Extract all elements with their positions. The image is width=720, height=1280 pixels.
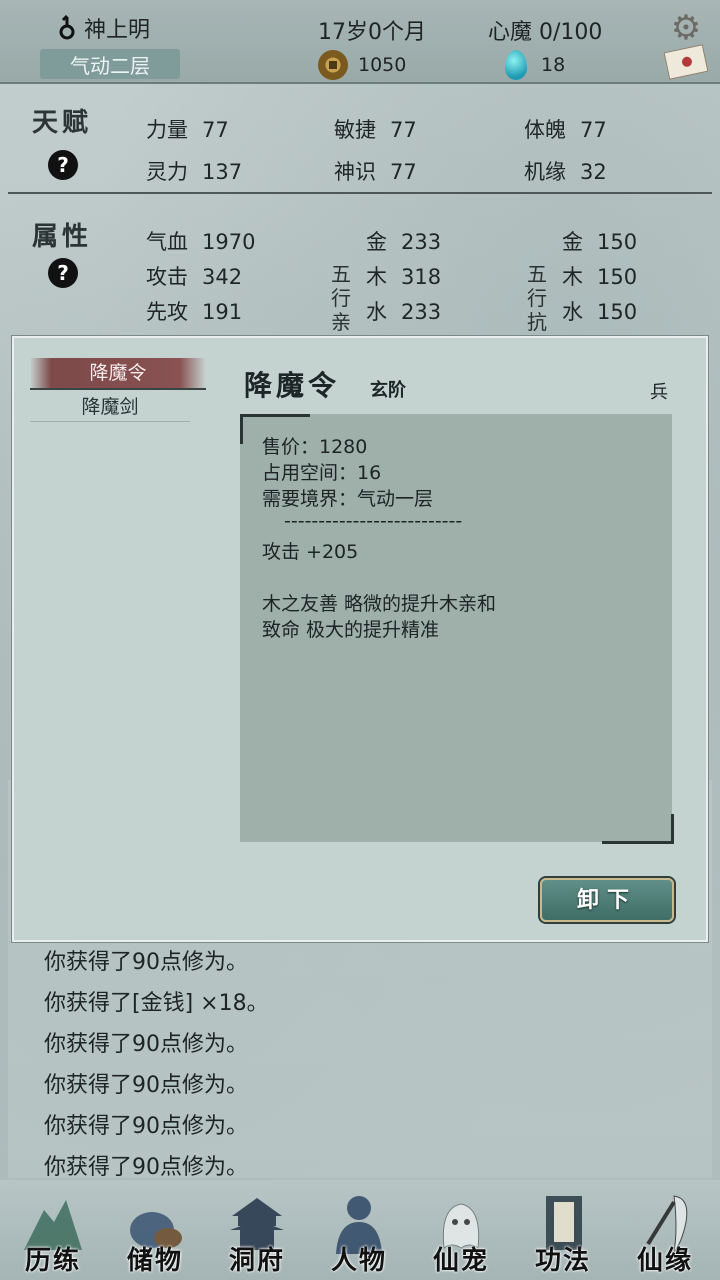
item-tier: 玄阶 (370, 380, 406, 401)
item-detail-modal: 降魔令 降魔剑 降魔令 玄阶 兵 售价：1280 占用空间：16 需要境界：气动… (12, 336, 708, 942)
item-realm-requirement: 需要境界：气动一层 (262, 488, 434, 510)
item-price: 售价：1280 (262, 436, 368, 458)
list-underline (30, 388, 206, 390)
item-type: 兵 (650, 382, 668, 403)
equipment-list-item-selected[interactable]: 降魔令 (30, 358, 206, 388)
unequip-button[interactable]: 卸下 (540, 878, 674, 922)
item-name: 降魔令 (244, 369, 341, 402)
item-space: 占用空间：16 (262, 462, 382, 484)
item-effect: 致命 极大的提升精准 (262, 619, 440, 641)
equipment-list-item[interactable]: 降魔剑 (30, 392, 190, 422)
item-attack-bonus: 攻击 +205 (262, 541, 359, 563)
item-effect: 木之友善 略微的提升木亲和 (262, 593, 497, 615)
detail-separator: -------------------------- (284, 510, 463, 532)
corner-decoration (602, 814, 674, 844)
modal-overlay: 降魔令 降魔剑 降魔令 玄阶 兵 售价：1280 占用空间：16 需要境界：气动… (0, 0, 720, 1280)
